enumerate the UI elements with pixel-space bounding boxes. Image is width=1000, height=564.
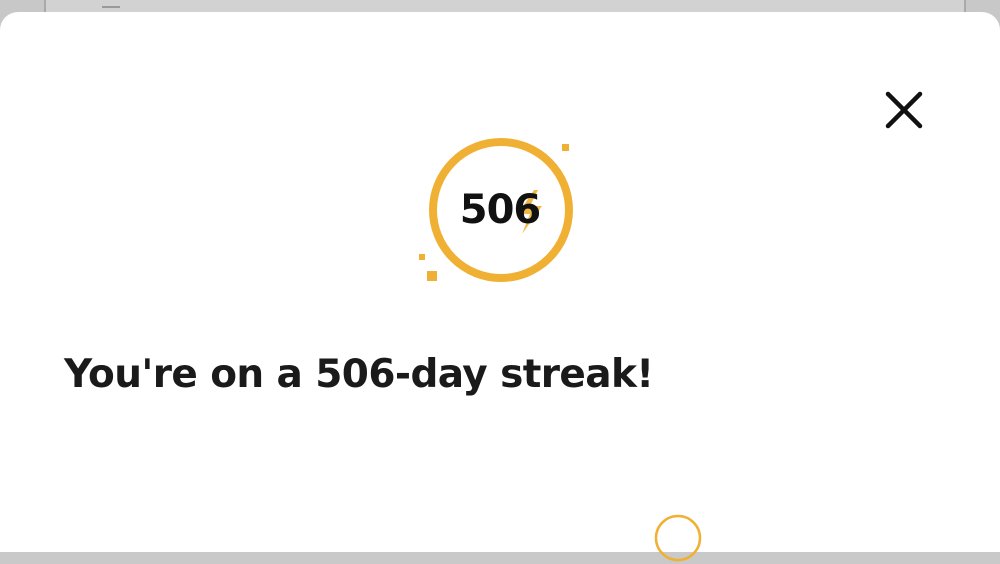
streak-count: 506 — [459, 187, 542, 233]
close-button[interactable] — [876, 82, 932, 138]
close-icon — [885, 91, 923, 129]
background-card-detail — [102, 6, 120, 8]
streak-badge: 506 — [410, 130, 590, 290]
partial-circle-icon — [654, 514, 702, 562]
streak-headline: You're on a 506-day streak! — [64, 352, 654, 397]
